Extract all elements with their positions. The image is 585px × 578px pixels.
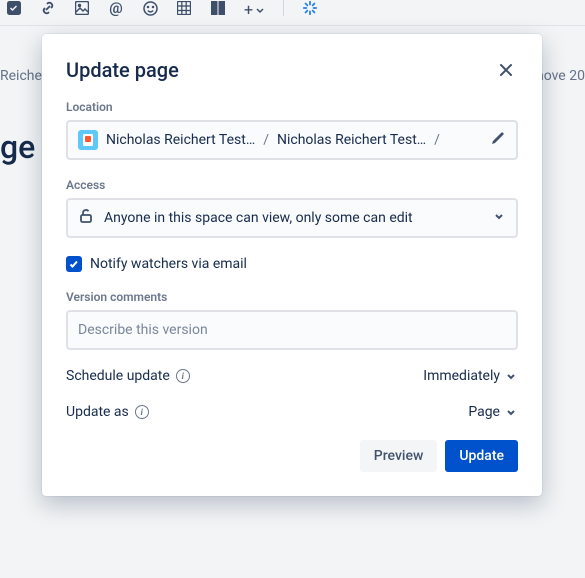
- schedule-update-label: Schedule update: [66, 368, 170, 384]
- notify-watchers-checkbox[interactable]: [66, 256, 82, 272]
- location-part-2: Nicholas Reichert Test…: [277, 132, 426, 148]
- location-label: Location: [66, 100, 518, 114]
- preview-button[interactable]: Preview: [360, 440, 438, 472]
- info-icon: i: [176, 369, 190, 383]
- location-part-1: Nicholas Reichert Test…: [106, 132, 255, 148]
- info-icon: i: [135, 405, 149, 419]
- update-as-value: Page: [468, 404, 500, 420]
- schedule-update-dropdown[interactable]: Immediately: [423, 368, 518, 384]
- access-label: Access: [66, 178, 518, 192]
- update-button[interactable]: Update: [445, 440, 518, 472]
- update-page-modal: Update page Location Nicholas Reichert T…: [42, 34, 542, 496]
- chevron-down-icon: [492, 209, 506, 227]
- version-comments-input[interactable]: [66, 310, 518, 350]
- unlock-icon: [78, 208, 94, 228]
- edit-location-button[interactable]: [490, 130, 506, 150]
- breadcrumb-separator: /: [434, 132, 440, 148]
- schedule-update-value: Immediately: [423, 368, 500, 384]
- access-value: Anyone in this space can view, only some…: [104, 210, 482, 226]
- access-dropdown[interactable]: Anyone in this space can view, only some…: [66, 198, 518, 238]
- close-button[interactable]: [494, 58, 518, 82]
- update-as-dropdown[interactable]: Page: [468, 404, 518, 420]
- version-comments-label: Version comments: [66, 290, 518, 304]
- notify-watchers-label: Notify watchers via email: [90, 256, 247, 272]
- space-avatar-icon: [78, 130, 98, 150]
- location-field[interactable]: Nicholas Reichert Test… / Nicholas Reich…: [66, 120, 518, 160]
- modal-title: Update page: [66, 58, 179, 82]
- update-as-label: Update as: [66, 404, 129, 420]
- breadcrumb-separator: /: [263, 132, 269, 148]
